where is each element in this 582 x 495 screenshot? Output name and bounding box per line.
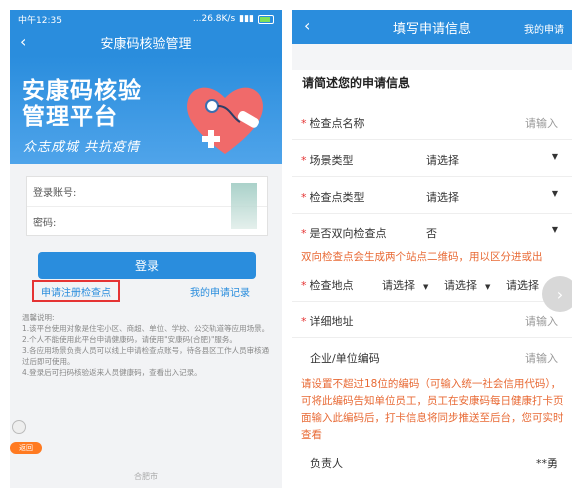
scene-type-select[interactable]: * 场景类型 请选择 ▼	[292, 141, 572, 177]
notes-title: 温馨说明:	[22, 313, 55, 322]
my-records-link[interactable]: 我的申请记录	[190, 284, 250, 299]
province-select[interactable]: 请选择 ▼	[382, 277, 428, 293]
note-item: 2.个人不能使用此平台申请健康码，请使用"安康码(合肥)"服务。	[22, 335, 237, 344]
person-in-charge-label: 负责人	[310, 457, 343, 470]
scene-type-value: 请选择	[426, 154, 459, 167]
status-bar: 中午12:35 ...26.8K/s ▮▮▮	[10, 10, 282, 28]
person-in-charge-field[interactable]: 负责人 **勇	[292, 444, 572, 484]
location-selects: *检查地点 请选择 ▼ 请选择 ▼ 请选择 ▼	[292, 266, 572, 302]
hero-banner: 安康码核验 管理平台 众志成城 共抗疫情	[10, 56, 282, 164]
checkpoint-type-label: 检查点类型	[309, 191, 365, 204]
required-mark: *	[301, 279, 307, 292]
required-mark: *	[301, 227, 307, 240]
back-arrow-icon[interactable]: ‹	[304, 16, 310, 35]
district-value: 请选择	[506, 279, 539, 292]
required-mark: *	[301, 154, 307, 167]
login-form: 登录账号: 密码:	[26, 176, 268, 236]
my-applications-link[interactable]: 我的申请	[524, 21, 564, 36]
left-page-title: 安康码核验管理	[100, 36, 192, 52]
notes-block: 温馨说明: 1.该平台使用对象是住宅小区、商超、单位、学校、公交轨道等应用场景。…	[22, 312, 274, 378]
city-select[interactable]: 请选择 ▼	[444, 277, 490, 293]
status-indicators: ...26.8K/s ▮▮▮	[193, 14, 274, 24]
bidirectional-select[interactable]: * 是否双向检查点 否 ▼	[292, 214, 572, 250]
section-title: 请简述您的申请信息	[302, 76, 411, 90]
bidirectional-label: 是否双向检查点	[309, 227, 387, 240]
back-arrow-icon[interactable]: ‹	[20, 32, 26, 51]
dropdown-arrow-icon: ▼	[551, 152, 558, 161]
org-code-label: 企业/单位编码	[310, 352, 380, 365]
dropdown-arrow-icon: ▼	[551, 225, 558, 234]
banner-title-line-2: 管理平台	[22, 104, 118, 130]
address-label: 详细地址	[309, 315, 354, 328]
dice-icon	[12, 420, 26, 434]
note-item: 3.各应用场景负责人员可以线上申请检查点账号，待各县区工作人员审核通过后即可使用…	[22, 346, 270, 366]
dropdown-arrow-icon: ▼	[551, 189, 558, 198]
badge-label: 返回	[10, 442, 42, 454]
banner-title-line-1: 安康码核验	[22, 78, 142, 104]
checkpoint-name-field[interactable]: * 检查点名称 请输入	[292, 104, 572, 140]
person-in-charge-value: **勇	[536, 457, 558, 470]
register-checkpoint-link[interactable]: 申请注册检查点	[32, 280, 120, 302]
scene-type-label: 场景类型	[309, 154, 354, 167]
province-value: 请选择	[382, 279, 415, 292]
network-speed: ...26.8K/s	[192, 14, 236, 24]
left-nav-bar: ‹ 安康码核验管理	[10, 28, 282, 56]
dropdown-arrow-icon: ▼	[485, 283, 491, 291]
org-code-field[interactable]: 企业/单位编码 请输入	[292, 339, 572, 375]
heart-stethoscope-icon	[187, 87, 263, 154]
checkpoint-type-value: 请选择	[426, 191, 459, 204]
note-item: 1.该平台使用对象是住宅小区、商超、单位、学校、公交轨道等应用场景。	[22, 324, 270, 333]
captcha-image[interactable]	[231, 183, 257, 229]
bidirectional-hint: 双向检查点会生成两个站点二维码，用以区分进或出	[301, 251, 543, 263]
right-nav-bar: ‹ 填写申请信息 我的申请	[292, 10, 572, 44]
spacer	[292, 44, 572, 70]
left-screen: 中午12:35 ...26.8K/s ▮▮▮ ‹ 安康码核验管理 安康码核验 管…	[10, 10, 282, 488]
address-field[interactable]: * 详细地址 请输入	[292, 302, 572, 338]
left-footer: 合肥市	[134, 472, 158, 481]
banner-title: 安康码核验 管理平台	[22, 78, 142, 130]
required-mark: *	[301, 117, 307, 130]
address-placeholder: 请输入	[525, 315, 558, 328]
dropdown-arrow-icon: ▼	[423, 283, 429, 291]
note-item: 4.登录后可扫码核验返来人员健康码，查看出入记录。	[22, 368, 202, 377]
location-label: 检查地点	[309, 279, 354, 292]
required-mark: *	[301, 191, 307, 204]
floating-badge[interactable]: 返回	[10, 420, 42, 464]
login-button[interactable]: 登录	[38, 252, 256, 279]
bidirectional-value: 否	[426, 227, 437, 240]
required-mark: *	[301, 315, 307, 328]
account-label: 登录账号:	[33, 188, 77, 199]
city-value: 请选择	[444, 279, 477, 292]
org-code-placeholder: 请输入	[525, 352, 558, 365]
battery-icon	[258, 14, 274, 24]
checkpoint-name-label: 检查点名称	[309, 117, 365, 130]
right-screen: ‹ 填写申请信息 我的申请 请简述您的申请信息 * 检查点名称 请输入 * 场景类型…	[292, 10, 572, 488]
banner-slogan: 众志成城 共抗疫情	[23, 140, 141, 155]
password-label: 密码:	[33, 217, 57, 229]
checkpoint-type-select[interactable]: * 检查点类型 请选择 ▼	[292, 178, 572, 214]
org-code-hint: 请设置不超过18位的编码（可输入统一社会信用代码），可将此编码告知单位员工，员工…	[301, 378, 564, 441]
checkpoint-name-placeholder: 请输入	[525, 117, 558, 130]
status-time: 中午12:35	[18, 15, 62, 26]
signal-icon: ▮▮▮	[239, 14, 254, 24]
